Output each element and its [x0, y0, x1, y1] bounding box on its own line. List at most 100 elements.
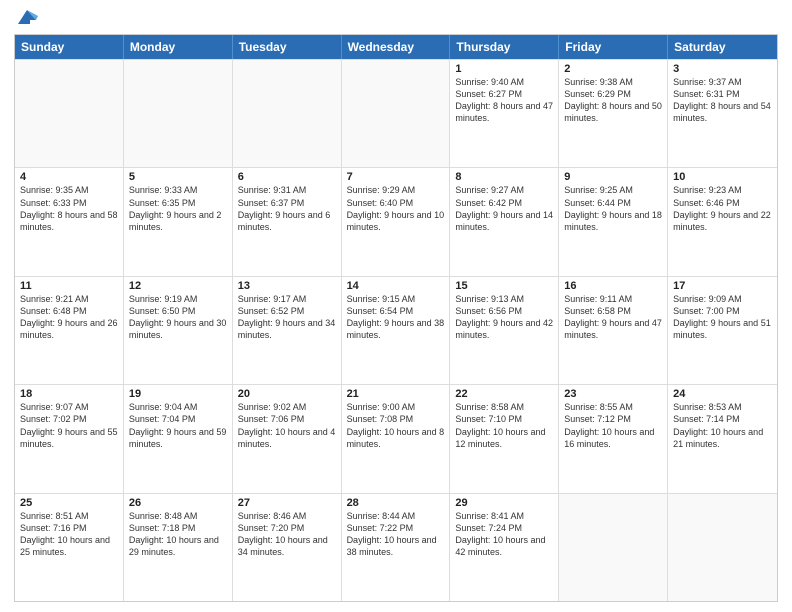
day-number: 13 [238, 280, 336, 292]
calendar-cell: 17Sunrise: 9:09 AM Sunset: 7:00 PM Dayli… [668, 277, 777, 384]
day-info: Sunrise: 9:31 AM Sunset: 6:37 PM Dayligh… [238, 184, 336, 233]
calendar-cell: 21Sunrise: 9:00 AM Sunset: 7:08 PM Dayli… [342, 385, 451, 492]
day-info: Sunrise: 9:29 AM Sunset: 6:40 PM Dayligh… [347, 184, 445, 233]
header-day: Tuesday [233, 35, 342, 59]
day-number: 5 [129, 171, 227, 183]
day-info: Sunrise: 8:58 AM Sunset: 7:10 PM Dayligh… [455, 401, 553, 450]
day-number: 20 [238, 388, 336, 400]
calendar-row: 18Sunrise: 9:07 AM Sunset: 7:02 PM Dayli… [15, 384, 777, 492]
header-day: Monday [124, 35, 233, 59]
day-info: Sunrise: 9:27 AM Sunset: 6:42 PM Dayligh… [455, 184, 553, 233]
logo [14, 14, 38, 28]
day-number: 23 [564, 388, 662, 400]
calendar-header: SundayMondayTuesdayWednesdayThursdayFrid… [15, 35, 777, 59]
day-info: Sunrise: 9:09 AM Sunset: 7:00 PM Dayligh… [673, 293, 772, 342]
day-number: 17 [673, 280, 772, 292]
calendar-row: 11Sunrise: 9:21 AM Sunset: 6:48 PM Dayli… [15, 276, 777, 384]
day-number: 16 [564, 280, 662, 292]
day-info: Sunrise: 8:41 AM Sunset: 7:24 PM Dayligh… [455, 510, 553, 559]
header-day: Sunday [15, 35, 124, 59]
day-info: Sunrise: 9:11 AM Sunset: 6:58 PM Dayligh… [564, 293, 662, 342]
day-info: Sunrise: 9:25 AM Sunset: 6:44 PM Dayligh… [564, 184, 662, 233]
calendar-row: 1Sunrise: 9:40 AM Sunset: 6:27 PM Daylig… [15, 59, 777, 167]
day-info: Sunrise: 9:37 AM Sunset: 6:31 PM Dayligh… [673, 76, 772, 125]
calendar-cell: 9Sunrise: 9:25 AM Sunset: 6:44 PM Daylig… [559, 168, 668, 275]
calendar-cell: 26Sunrise: 8:48 AM Sunset: 7:18 PM Dayli… [124, 494, 233, 601]
day-number: 3 [673, 63, 772, 75]
day-info: Sunrise: 9:00 AM Sunset: 7:08 PM Dayligh… [347, 401, 445, 450]
calendar-cell: 12Sunrise: 9:19 AM Sunset: 6:50 PM Dayli… [124, 277, 233, 384]
calendar-row: 4Sunrise: 9:35 AM Sunset: 6:33 PM Daylig… [15, 167, 777, 275]
calendar-cell: 28Sunrise: 8:44 AM Sunset: 7:22 PM Dayli… [342, 494, 451, 601]
calendar-cell: 10Sunrise: 9:23 AM Sunset: 6:46 PM Dayli… [668, 168, 777, 275]
calendar-cell: 22Sunrise: 8:58 AM Sunset: 7:10 PM Dayli… [450, 385, 559, 492]
day-info: Sunrise: 9:40 AM Sunset: 6:27 PM Dayligh… [455, 76, 553, 125]
day-number: 22 [455, 388, 553, 400]
calendar-cell: 27Sunrise: 8:46 AM Sunset: 7:20 PM Dayli… [233, 494, 342, 601]
calendar-cell: 5Sunrise: 9:33 AM Sunset: 6:35 PM Daylig… [124, 168, 233, 275]
day-info: Sunrise: 9:35 AM Sunset: 6:33 PM Dayligh… [20, 184, 118, 233]
logo-icon [16, 6, 38, 28]
header-day: Thursday [450, 35, 559, 59]
day-info: Sunrise: 9:17 AM Sunset: 6:52 PM Dayligh… [238, 293, 336, 342]
day-number: 10 [673, 171, 772, 183]
day-number: 26 [129, 497, 227, 509]
header-day: Friday [559, 35, 668, 59]
calendar-cell: 13Sunrise: 9:17 AM Sunset: 6:52 PM Dayli… [233, 277, 342, 384]
calendar-body: 1Sunrise: 9:40 AM Sunset: 6:27 PM Daylig… [15, 59, 777, 601]
header-day: Wednesday [342, 35, 451, 59]
calendar-cell: 23Sunrise: 8:55 AM Sunset: 7:12 PM Dayli… [559, 385, 668, 492]
calendar-cell: 14Sunrise: 9:15 AM Sunset: 6:54 PM Dayli… [342, 277, 451, 384]
header-day: Saturday [668, 35, 777, 59]
calendar-cell: 6Sunrise: 9:31 AM Sunset: 6:37 PM Daylig… [233, 168, 342, 275]
day-number: 27 [238, 497, 336, 509]
calendar-cell [342, 60, 451, 167]
header [14, 10, 778, 28]
day-info: Sunrise: 9:23 AM Sunset: 6:46 PM Dayligh… [673, 184, 772, 233]
calendar-cell: 4Sunrise: 9:35 AM Sunset: 6:33 PM Daylig… [15, 168, 124, 275]
calendar-cell: 19Sunrise: 9:04 AM Sunset: 7:04 PM Dayli… [124, 385, 233, 492]
day-number: 8 [455, 171, 553, 183]
day-info: Sunrise: 9:13 AM Sunset: 6:56 PM Dayligh… [455, 293, 553, 342]
calendar: SundayMondayTuesdayWednesdayThursdayFrid… [14, 34, 778, 602]
day-number: 28 [347, 497, 445, 509]
day-number: 18 [20, 388, 118, 400]
calendar-cell [668, 494, 777, 601]
day-number: 11 [20, 280, 118, 292]
calendar-cell: 2Sunrise: 9:38 AM Sunset: 6:29 PM Daylig… [559, 60, 668, 167]
day-info: Sunrise: 8:53 AM Sunset: 7:14 PM Dayligh… [673, 401, 772, 450]
day-info: Sunrise: 8:48 AM Sunset: 7:18 PM Dayligh… [129, 510, 227, 559]
calendar-cell [15, 60, 124, 167]
calendar-row: 25Sunrise: 8:51 AM Sunset: 7:16 PM Dayli… [15, 493, 777, 601]
day-number: 15 [455, 280, 553, 292]
day-number: 4 [20, 171, 118, 183]
calendar-cell: 8Sunrise: 9:27 AM Sunset: 6:42 PM Daylig… [450, 168, 559, 275]
day-number: 25 [20, 497, 118, 509]
day-number: 6 [238, 171, 336, 183]
day-number: 14 [347, 280, 445, 292]
day-info: Sunrise: 8:44 AM Sunset: 7:22 PM Dayligh… [347, 510, 445, 559]
day-info: Sunrise: 9:04 AM Sunset: 7:04 PM Dayligh… [129, 401, 227, 450]
calendar-cell: 15Sunrise: 9:13 AM Sunset: 6:56 PM Dayli… [450, 277, 559, 384]
day-number: 12 [129, 280, 227, 292]
calendar-cell: 16Sunrise: 9:11 AM Sunset: 6:58 PM Dayli… [559, 277, 668, 384]
calendar-cell: 20Sunrise: 9:02 AM Sunset: 7:06 PM Dayli… [233, 385, 342, 492]
day-number: 2 [564, 63, 662, 75]
calendar-cell: 3Sunrise: 9:37 AM Sunset: 6:31 PM Daylig… [668, 60, 777, 167]
calendar-cell: 1Sunrise: 9:40 AM Sunset: 6:27 PM Daylig… [450, 60, 559, 167]
day-info: Sunrise: 8:55 AM Sunset: 7:12 PM Dayligh… [564, 401, 662, 450]
calendar-cell: 24Sunrise: 8:53 AM Sunset: 7:14 PM Dayli… [668, 385, 777, 492]
day-info: Sunrise: 9:33 AM Sunset: 6:35 PM Dayligh… [129, 184, 227, 233]
day-info: Sunrise: 9:21 AM Sunset: 6:48 PM Dayligh… [20, 293, 118, 342]
page: SundayMondayTuesdayWednesdayThursdayFrid… [0, 0, 792, 612]
day-info: Sunrise: 9:38 AM Sunset: 6:29 PM Dayligh… [564, 76, 662, 125]
calendar-cell: 25Sunrise: 8:51 AM Sunset: 7:16 PM Dayli… [15, 494, 124, 601]
day-number: 7 [347, 171, 445, 183]
calendar-cell [124, 60, 233, 167]
calendar-cell: 7Sunrise: 9:29 AM Sunset: 6:40 PM Daylig… [342, 168, 451, 275]
day-info: Sunrise: 9:02 AM Sunset: 7:06 PM Dayligh… [238, 401, 336, 450]
day-info: Sunrise: 9:19 AM Sunset: 6:50 PM Dayligh… [129, 293, 227, 342]
day-info: Sunrise: 8:46 AM Sunset: 7:20 PM Dayligh… [238, 510, 336, 559]
calendar-cell [559, 494, 668, 601]
day-number: 1 [455, 63, 553, 75]
